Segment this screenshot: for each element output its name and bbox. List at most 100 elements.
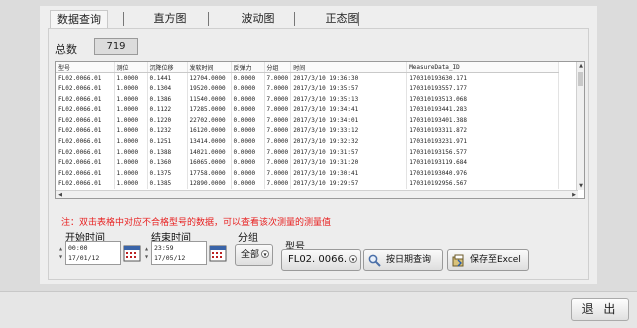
table-row[interactable]: FL02.0066.01 1.0000 0.1441 12704.0000 0.0000…	[56, 72, 560, 84]
table-cell: 16120.0000	[187, 125, 232, 137]
table-row[interactable]: FL02.0066.01 1.0000 0.1388 14021.0000 0.0000…	[56, 146, 560, 158]
table-row[interactable]: FL02.0066.01 1.0000 0.1232 16120.0000 0.0000…	[56, 125, 560, 137]
table-row[interactable]: FL02.0066.01 1.0000 0.1375 17758.0000 0.0000…	[56, 167, 560, 179]
query-by-date-label: 按日期查询	[386, 255, 432, 265]
data-table[interactable]: 型号 测位 沉降位移 发软时间 反弹力 分组 时间 MeasureData_ID FL02.0…	[55, 61, 585, 199]
table-cell: FL02.0066.01	[56, 72, 115, 84]
table-cell: 1.0000	[114, 104, 148, 115]
start-time-spinner[interactable]: ▲ ▼	[59, 245, 64, 261]
table-cell: 0.0000	[231, 167, 265, 179]
column-header[interactable]: 时间	[290, 62, 408, 74]
table-cell: 1.0000	[114, 72, 148, 84]
end-time-value: 23:59	[154, 244, 174, 252]
table-cell: 170310193557.177	[406, 83, 560, 94]
tab-fluctuation[interactable]: 波动图	[218, 10, 298, 28]
table-row[interactable]: FL02.0066.01 1.0000 0.1304 19520.0000 0.0000…	[56, 83, 560, 94]
table-cell: 12704.0000	[187, 72, 232, 84]
table-row[interactable]: FL02.0066.01 1.0000 0.1360 16065.0000 0.0000…	[56, 157, 560, 168]
start-time-value: 00:00	[68, 244, 88, 252]
table-cell: 7.0000	[264, 93, 292, 105]
table-cell: 170310193156.577	[406, 146, 560, 158]
scroll-down-icon[interactable]: ▼	[577, 182, 584, 190]
column-header[interactable]: 沉降位移	[147, 62, 188, 74]
table-cell: 2017/3/10 19:32:32	[290, 136, 408, 147]
table-cell: 16065.0000	[187, 157, 232, 168]
table-cell: 1.0000	[114, 125, 148, 137]
table-cell: 0.0000	[231, 125, 265, 137]
magnifier-icon	[368, 254, 381, 267]
end-date-value: 17/05/12	[154, 254, 186, 262]
table-cell: 2017/3/10 19:35:57	[290, 83, 408, 94]
table-cell: 7.0000	[264, 83, 292, 94]
save-icon	[452, 254, 464, 267]
calendar-icon[interactable]	[209, 244, 227, 262]
column-header[interactable]: 分组	[264, 62, 292, 74]
column-header[interactable]: MeasureData_ID	[406, 62, 560, 74]
table-row[interactable]: FL02.0066.01 1.0000 0.1122 17285.0000 0.0000…	[56, 104, 560, 115]
table-cell: 0.1360	[147, 157, 188, 168]
column-header[interactable]: 型号	[56, 62, 115, 74]
table-cell: 0.0000	[231, 146, 265, 158]
table-grid: 型号 测位 沉降位移 发软时间 反弹力 分组 时间 MeasureData_ID FL02.0…	[56, 62, 560, 190]
main-panel: 数据查询 直方图 波动图 正态图 总数 719 型号 测位 沉降位移 发软时间 反弹力分…	[40, 6, 597, 284]
scroll-up-icon[interactable]: ▲	[577, 62, 584, 70]
table-cell: 170310192956.567	[406, 178, 560, 190]
group-select-value: 全部	[241, 250, 260, 260]
table-cell: 2017/3/10 19:31:57	[290, 146, 408, 158]
tab-separator	[123, 12, 124, 26]
scroll-right-icon[interactable]: ▶	[570, 191, 578, 198]
table-cell: 0.0000	[231, 136, 265, 147]
calendar-icon[interactable]	[123, 244, 141, 262]
table-cell: 2017/3/10 19:29:57	[290, 178, 408, 190]
table-cell: 0.1375	[147, 167, 188, 179]
table-cell: 0.1304	[147, 83, 188, 94]
scroll-left-icon[interactable]: ◀	[56, 191, 64, 198]
table-cell: 1.0000	[114, 93, 148, 105]
table-cell: 0.0000	[231, 72, 265, 84]
tab-data-query[interactable]: 数据查询	[50, 10, 108, 28]
end-time-picker[interactable]: ▲ ▼ 23:59 17/05/12	[145, 241, 231, 265]
table-row[interactable]: FL02.0066.01 1.0000 0.1220 22702.0000 0.0000…	[56, 114, 560, 126]
group-select[interactable]: 全部 ▼	[235, 244, 273, 266]
table-cell: FL02.0066.01	[56, 83, 115, 94]
column-header[interactable]: 测位	[114, 62, 148, 74]
tab-normal[interactable]: 正态图	[304, 10, 380, 28]
save-excel-button[interactable]: 保存至Excel	[447, 249, 529, 271]
table-row[interactable]: FL02.0066.01 1.0000 0.1385 12890.0000 0.0000…	[56, 178, 560, 190]
scroll-thumb[interactable]	[578, 72, 583, 86]
table-cell: FL02.0066.01	[56, 157, 115, 168]
table-cell: 170310193040.976	[406, 167, 560, 179]
table-cell: 0.1232	[147, 125, 188, 137]
table-cell: 0.0000	[231, 83, 265, 94]
table-cell: 0.1251	[147, 136, 188, 147]
table-cell: 2017/3/10 19:31:20	[290, 157, 408, 168]
query-by-date-button[interactable]: 按日期查询	[363, 249, 443, 271]
table-row[interactable]: FL02.0066.01 1.0000 0.1251 13414.0000 0.0000…	[56, 136, 560, 147]
end-time-field[interactable]: 23:59 17/05/12	[151, 241, 207, 265]
horizontal-scrollbar[interactable]: ◀ ▶	[56, 190, 578, 198]
table-cell: FL02.0066.01	[56, 114, 115, 126]
tab-bar: 数据查询 直方图 波动图 正态图	[40, 6, 597, 28]
end-time-spinner[interactable]: ▲ ▼	[145, 245, 150, 261]
table-cell: 170310193630.171	[406, 72, 560, 84]
start-time-field[interactable]: 00:00 17/01/12	[65, 241, 121, 265]
table-cell: 13414.0000	[187, 136, 232, 147]
table-cell: 0.0000	[231, 178, 265, 190]
column-header[interactable]: 发软时间	[187, 62, 232, 74]
model-select[interactable]: FL02. 0066. ▼	[281, 249, 361, 271]
exit-button[interactable]: 退 出	[571, 298, 629, 321]
table-cell: 7.0000	[264, 114, 292, 126]
table-cell: 17285.0000	[187, 104, 232, 115]
tab-separator	[208, 12, 209, 26]
table-cell: 170310193401.388	[406, 114, 560, 126]
column-header[interactable]: 反弹力	[231, 62, 265, 74]
table-cell: 0.1441	[147, 72, 188, 84]
table-cell: 1.0000	[114, 114, 148, 126]
table-row[interactable]: FL02.0066.01 1.0000 0.1386 11540.0000 0.0000…	[56, 93, 560, 105]
table-cell: 1.0000	[114, 167, 148, 179]
table-cell: FL02.0066.01	[56, 104, 115, 115]
vertical-scrollbar[interactable]: ▲ ▼	[576, 62, 584, 190]
start-time-picker[interactable]: ▲ ▼ 00:00 17/01/12	[59, 241, 145, 265]
tab-histogram[interactable]: 直方图	[135, 10, 205, 28]
table-cell: 0.0000	[231, 157, 265, 168]
